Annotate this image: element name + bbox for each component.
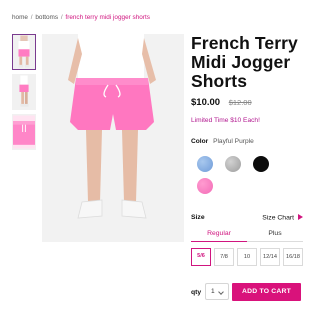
current-price: $10.00 (191, 97, 221, 108)
size-option-12-14[interactable]: 12/14 (260, 248, 280, 266)
size-option-7-8[interactable]: 7/8 (214, 248, 234, 266)
thumbnail-list (12, 34, 38, 154)
color-selection-label: Color Playful Purple (191, 138, 254, 145)
quantity-value: 1 (211, 288, 215, 295)
color-label: Color (191, 138, 209, 145)
breadcrumb-home[interactable]: home (12, 14, 28, 21)
thumbnail-detail-image (13, 115, 35, 149)
size-option-5-6[interactable]: 5/6 (191, 248, 211, 266)
add-to-cart-button[interactable]: ADD TO CART (232, 283, 301, 301)
color-swatch-grey[interactable] (225, 156, 241, 172)
product-title-line: French Terry (191, 33, 298, 53)
product-title-line: Shorts (191, 71, 248, 91)
product-info: French Terry Midi Jogger Shorts $10.00 $… (191, 34, 309, 125)
size-chart-label: Size Chart (262, 214, 294, 222)
quantity-label: qty (191, 289, 202, 296)
breadcrumb-separator: / (60, 14, 63, 21)
quantity-select[interactable]: 1 (205, 283, 229, 300)
model-in-shorts-image (42, 34, 184, 242)
price-block: $10.00 $12.00 (191, 97, 309, 108)
tab-regular[interactable]: Regular (191, 228, 247, 242)
size-option-16-18[interactable]: 16/18 (283, 248, 303, 266)
size-header: Size Size Chart (191, 214, 303, 222)
product-title-line: Midi Jogger (191, 52, 291, 72)
breadcrumb-bottoms[interactable]: bottoms (35, 14, 58, 21)
fit-tabs: Regular Plus (191, 228, 303, 242)
selected-color-name: Playful Purple (213, 138, 254, 145)
promo-message: Limited Time $10 Each! (191, 117, 260, 124)
product-title: French Terry Midi Jogger Shorts (191, 34, 309, 91)
thumbnail-front[interactable] (12, 34, 36, 70)
chevron-down-icon (218, 289, 224, 295)
product-main-image[interactable] (42, 34, 184, 242)
triangle-right-icon (298, 214, 303, 220)
color-swatch-black[interactable] (253, 156, 269, 172)
breadcrumb-separator: / (30, 14, 33, 21)
breadcrumb-current[interactable]: french terry midi jogger shorts (65, 14, 150, 21)
thumbnail-front-image (13, 35, 35, 69)
color-swatch-blue[interactable] (197, 156, 213, 172)
thumbnail-side-image (13, 75, 35, 109)
tab-plus[interactable]: Plus (247, 228, 303, 242)
size-option-10[interactable]: 10 (237, 248, 257, 266)
size-chart-link[interactable]: Size Chart (262, 214, 303, 222)
breadcrumb: home / bottoms / french terry midi jogge… (12, 14, 150, 21)
size-label: Size (191, 214, 205, 221)
color-swatch-pink[interactable] (197, 178, 213, 194)
thumbnail-detail[interactable] (12, 114, 36, 150)
original-price: $12.00 (228, 98, 252, 107)
thumbnail-side[interactable] (12, 74, 36, 110)
